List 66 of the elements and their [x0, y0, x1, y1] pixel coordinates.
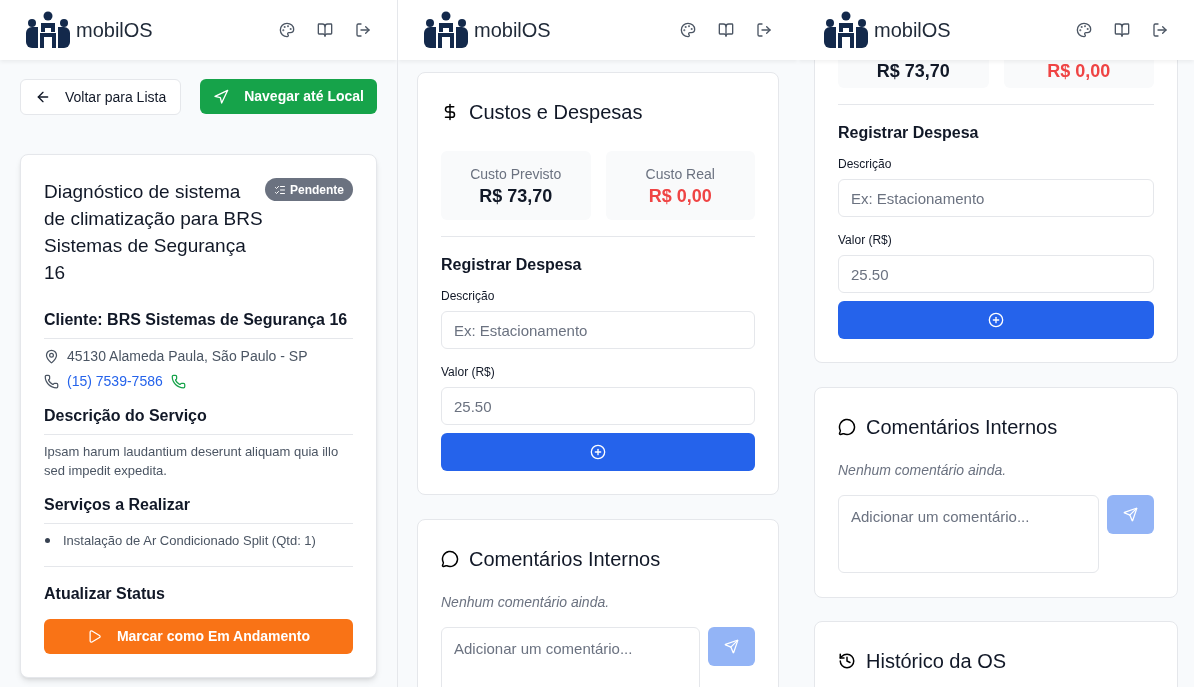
palette-icon[interactable] [279, 22, 295, 38]
logo-icon [26, 11, 70, 49]
cost-value: R$ 0,00 [648, 185, 712, 207]
comment-field[interactable]: Adicionar um comentário... [838, 495, 1099, 573]
service-item: Instalação de Ar Condicionado Split (Qtd: 1) [63, 532, 316, 550]
chat-bubble-icon [441, 550, 459, 568]
book-icon[interactable] [317, 22, 333, 38]
service-title: Diagnóstico de sistema de climatização para BRS Sistemas de Segurança 16 [44, 180, 264, 285]
navigation-icon [213, 88, 230, 105]
description-input[interactable]: Ex: Estacionamento [838, 179, 1154, 217]
cost-value: R$ 0,00 [1047, 60, 1111, 82]
card-title: Histórico da OS [866, 649, 1007, 674]
location-pin-icon [44, 349, 59, 364]
phone-link[interactable]: (15) 7539-7586 [67, 371, 163, 392]
cost-label: Custo Previsto [470, 165, 562, 184]
logo-icon [824, 11, 868, 49]
bullet-icon [45, 538, 50, 544]
client-name: Cliente: BRS Sistemas de Segurança 16 [44, 308, 353, 339]
book-icon[interactable] [718, 22, 734, 38]
value-input[interactable]: 25.50 [838, 255, 1154, 293]
logout-icon[interactable] [1152, 22, 1168, 38]
card-title: Custos e Despesas [469, 100, 643, 125]
app-name: mobilOS [874, 18, 951, 43]
value-input[interactable]: 25.50 [441, 387, 755, 425]
section-heading: Serviços a Realizar [44, 493, 353, 524]
book-icon[interactable] [1114, 22, 1130, 38]
palette-icon[interactable] [680, 22, 696, 38]
empty-comments-text: Nenhum comentário ainda. [441, 593, 611, 612]
cost-value: R$ 73,70 [479, 185, 553, 207]
field-label: Valor (R$) [441, 364, 496, 381]
card-title: Comentários Internos [866, 415, 1058, 440]
send-icon [724, 639, 739, 654]
address-text: 45130 Alameda Paula, São Paulo - SP [67, 347, 308, 366]
comment-field[interactable]: Adicionar um comentário... [441, 627, 700, 687]
section-heading: Registrar Despesa [838, 123, 980, 143]
field-label: Descrição [441, 288, 496, 305]
navigate-button[interactable]: Navegar até Local [200, 79, 377, 114]
section-heading: Descrição do Serviço [44, 404, 353, 435]
logo-icon [424, 11, 468, 49]
play-icon [86, 628, 102, 644]
call-icon[interactable] [170, 374, 186, 389]
status-button[interactable]: Marcar como Em Andamento [44, 618, 353, 654]
description-input[interactable]: Ex: Estacionamento [441, 311, 755, 349]
logout-icon[interactable] [355, 22, 371, 38]
cost-value: R$ 73,70 [876, 60, 950, 82]
send-icon [1123, 507, 1138, 522]
plus-circle-icon [988, 312, 1004, 328]
checklist-icon [274, 183, 286, 196]
back-button[interactable]: Voltar para Lista [20, 79, 182, 115]
empty-comments-text: Nenhum comentário ainda. [838, 461, 1008, 480]
field-label: Descrição [838, 156, 893, 173]
section-heading: Atualizar Status [44, 583, 166, 604]
app-name: mobilOS [76, 18, 153, 43]
chat-bubble-icon [838, 418, 856, 436]
palette-icon[interactable] [1076, 22, 1092, 38]
logout-icon[interactable] [756, 22, 772, 38]
description-text: Ipsam harum laudantium deserunt aliquam quia illo sed impedit expedita. [44, 443, 340, 480]
app-name: mobilOS [474, 18, 551, 43]
field-label: Valor (R$) [838, 232, 893, 249]
card-title: Comentários Internos [469, 547, 661, 572]
history-icon [838, 652, 856, 670]
status-badge: Pendente [265, 178, 353, 201]
cost-label: Custo Real [645, 165, 715, 184]
phone-icon [44, 374, 59, 389]
section-heading: Registrar Despesa [441, 255, 583, 275]
plus-circle-icon [590, 444, 606, 460]
